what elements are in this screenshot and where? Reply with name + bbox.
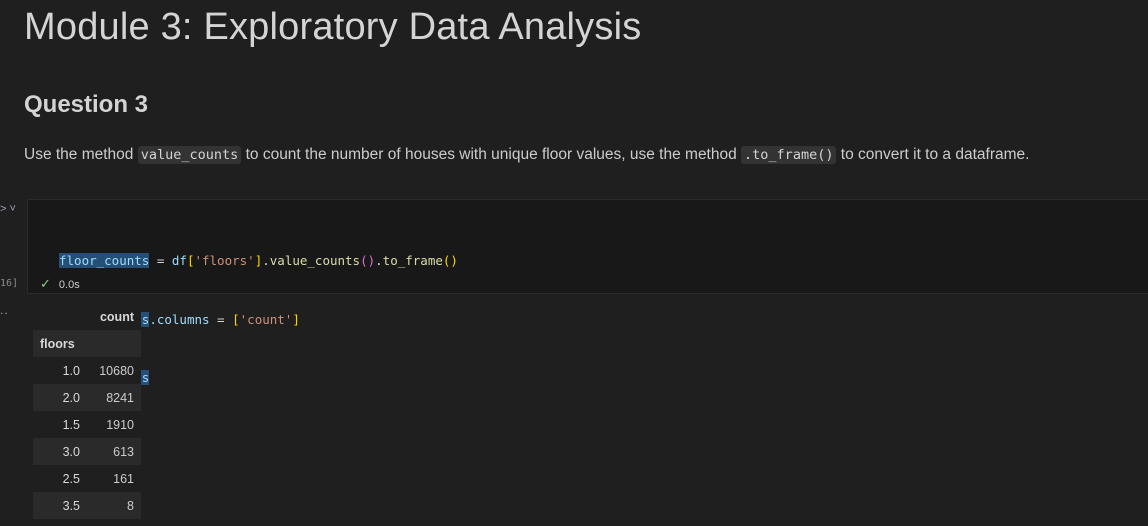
section-heading: Question 3 xyxy=(24,91,149,118)
cell-count: 1910 xyxy=(87,411,141,438)
cell-count: 613 xyxy=(87,438,141,465)
index-name: floors xyxy=(33,330,87,357)
cell-status: ✓ 0.0s xyxy=(40,276,80,292)
code-line-1[interactable]: floor_counts = df['floors'].value_counts… xyxy=(59,251,458,271)
check-icon: ✓ xyxy=(40,276,51,291)
row-index: 2.5 xyxy=(33,465,87,492)
code-token-assign: = xyxy=(149,253,172,268)
code-token-method: value_counts xyxy=(269,253,361,268)
code-token-value: 'count' xyxy=(239,311,293,327)
code-token-paren: () xyxy=(442,253,458,268)
row-index: 3.0 xyxy=(33,438,87,465)
code-token-bracket: ] xyxy=(292,311,300,327)
notebook-page: Module 3: Exploratory Data Analysis Ques… xyxy=(0,0,1148,526)
code-token-paren: () xyxy=(360,253,376,268)
code-token-bracket: [ xyxy=(232,311,240,327)
cell-count: 161 xyxy=(87,465,141,492)
table-row: 3.0 613 xyxy=(33,438,141,465)
page-title: Module 3: Exploratory Data Analysis xyxy=(24,6,642,48)
instruction-part-3: to convert it to a dataframe. xyxy=(836,146,1030,163)
table-row: 3.5 8 xyxy=(33,492,141,519)
table-row: 1.0 10680 xyxy=(33,357,141,384)
code-token-assign: = xyxy=(209,311,233,327)
inline-code-to-frame: .to_frame() xyxy=(741,146,837,164)
code-token-dot: . xyxy=(262,253,270,268)
cell-collapse-icon[interactable]: > ˅ xyxy=(0,203,16,215)
code-token-var: floor_counts xyxy=(59,253,150,268)
instruction-part-2: to count the number of houses with uniqu… xyxy=(241,146,742,163)
inline-code-value-counts: value_counts xyxy=(137,146,242,164)
table-corner xyxy=(33,303,87,330)
index-name-filler xyxy=(87,330,141,357)
code-token-df: df xyxy=(171,253,187,268)
row-index: 1.5 xyxy=(33,411,87,438)
table-row: 2.5 161 xyxy=(33,465,141,492)
column-header-count: count xyxy=(87,303,141,330)
code-token-key: 'floors' xyxy=(194,253,255,268)
instruction-text: Use the method value_counts to count the… xyxy=(24,146,1029,164)
output-menu-icon[interactable]: .. xyxy=(0,303,9,317)
dataframe-output: count floors 1.0 10680 2.0 8241 1.5 1910… xyxy=(33,303,141,519)
table-row: 1.5 1910 xyxy=(33,411,141,438)
cell-count: 8 xyxy=(87,492,141,519)
table-header-row: count xyxy=(33,303,141,330)
cell-count: 8241 xyxy=(87,384,141,411)
table-row: 2.0 8241 xyxy=(33,384,141,411)
execution-count: 16] xyxy=(0,278,19,289)
instruction-part-1: Use the method xyxy=(24,146,138,163)
code-token-dot: . xyxy=(375,253,383,268)
index-name-row: floors xyxy=(33,330,141,357)
row-index: 3.5 xyxy=(33,492,87,519)
execution-time: 0.0s xyxy=(58,279,80,291)
code-token-attr: .columns xyxy=(149,311,210,327)
row-index: 2.0 xyxy=(33,384,87,411)
cell-count: 10680 xyxy=(87,357,141,384)
row-index: 1.0 xyxy=(33,357,87,384)
code-token-method: to_frame xyxy=(382,253,443,268)
code-cell[interactable]: floor_counts = df['floors'].value_counts… xyxy=(27,199,1148,385)
